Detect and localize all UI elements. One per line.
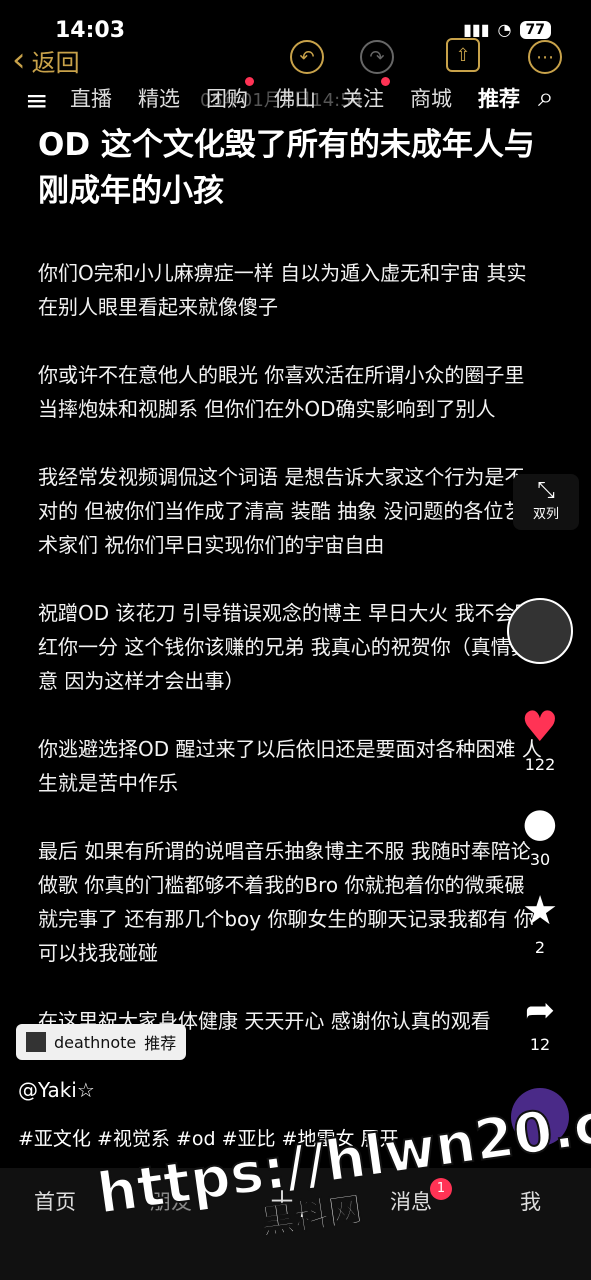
undo-icon[interactable]: ↶ <box>290 40 324 74</box>
notification-dot <box>245 77 254 86</box>
paragraph: 你或许不在意他人的眼光 你喜欢活在所谓小众的圈子里当摔炮妹和视脚系 但你们在外O… <box>38 363 525 421</box>
post-title: OD 这个文化毁了所有的未成年人与刚成年的小孩 <box>38 127 535 209</box>
paragraph: 我经常发视频调侃这个词语 是想告诉大家这个行为是不对的 但被你们当作成了清高 装… <box>38 465 525 557</box>
signal-icon: ▮▮▮ <box>463 20 490 39</box>
rec-name: deathnote <box>54 1032 137 1052</box>
paragraph: 你逃避选择OD 醒过来了以后依旧还是要面对各种困难 人生就是苦中作乐 <box>38 737 542 795</box>
like-button[interactable]: ♥ 122 <box>507 702 573 774</box>
paragraph: 最后 如果有所谓的说唱音乐抽象博主不服 我随时奉陪论做歌 你真的门槛都够不着我的… <box>38 839 534 965</box>
heart-icon: ♥ <box>521 702 559 751</box>
avatar <box>507 598 573 664</box>
nav-me[interactable]: 我 <box>520 1186 541 1216</box>
like-count: 122 <box>524 755 556 774</box>
comment-icon: ● <box>522 800 558 846</box>
notification-dot <box>381 77 390 86</box>
recommendation-card[interactable]: deathnote 推荐 <box>16 1024 187 1060</box>
tab-recommend[interactable]: 推荐 <box>478 83 520 113</box>
tab-live[interactable]: 直播 <box>70 83 112 113</box>
nav-home[interactable]: 首页 <box>34 1186 76 1216</box>
favorite-button[interactable]: ★ 2 <box>507 888 573 957</box>
tab-groupbuy[interactable]: 团购 <box>206 77 254 113</box>
more-icon[interactable]: ⋯ <box>528 40 562 74</box>
share-upload-icon[interactable]: ⇧ <box>446 38 480 72</box>
message-badge: 1 <box>430 1178 452 1200</box>
share-arrow-icon: ➦ <box>524 990 556 1031</box>
search-icon[interactable]: ⌕ <box>538 80 554 114</box>
collapse-icon: ⤡ <box>537 478 555 503</box>
menu-icon[interactable]: ≡ <box>25 84 48 117</box>
comment-count: 30 <box>529 850 551 869</box>
wifi-icon: ◔ <box>497 20 512 39</box>
status-icons: ▮▮▮ ◔ 77 <box>463 20 551 39</box>
post-body: 你们O完和小儿麻痹症一样 自以为遁入虚无和宇宙 其实在别人眼里看起来就像傻子 你… <box>38 256 543 1072</box>
tab-mall[interactable]: 商城 <box>410 83 452 113</box>
star-icon: ★ <box>522 888 558 934</box>
share-button[interactable]: ➦ 12 <box>507 990 573 1054</box>
redo-icon[interactable]: ↷ <box>360 40 394 74</box>
comment-button[interactable]: ● 30 <box>507 800 573 869</box>
tab-foshan[interactable]: 佛山 <box>274 83 316 113</box>
paragraph: 祝蹭OD 该花刀 引导错误观念的博主 早日大火 我不会眼红你一分 这个钱你该赚的… <box>38 601 535 693</box>
rec-avatar <box>26 1032 46 1052</box>
paragraph: 你们O完和小儿麻痹症一样 自以为遁入虚无和宇宙 其实在别人眼里看起来就像傻子 <box>38 261 527 319</box>
battery-indicator: 77 <box>519 20 551 39</box>
back-button[interactable]: ‹ 返回 <box>12 40 80 80</box>
chevron-left-icon: ‹ <box>12 40 26 80</box>
rec-suffix: 推荐 <box>144 1034 177 1053</box>
double-column-button[interactable]: ⤡ 双列 <box>513 474 579 530</box>
nav-messages[interactable]: 消息 <box>390 1186 432 1216</box>
author-avatar[interactable] <box>507 598 573 664</box>
tab-featured[interactable]: 精选 <box>138 83 180 113</box>
favorite-count: 2 <box>534 938 546 957</box>
author-handle[interactable]: @Yaki☆ <box>18 1078 95 1102</box>
tab-follow[interactable]: 关注 <box>342 77 390 113</box>
back-label: 返回 <box>31 48 80 77</box>
share-count: 12 <box>529 1035 551 1054</box>
